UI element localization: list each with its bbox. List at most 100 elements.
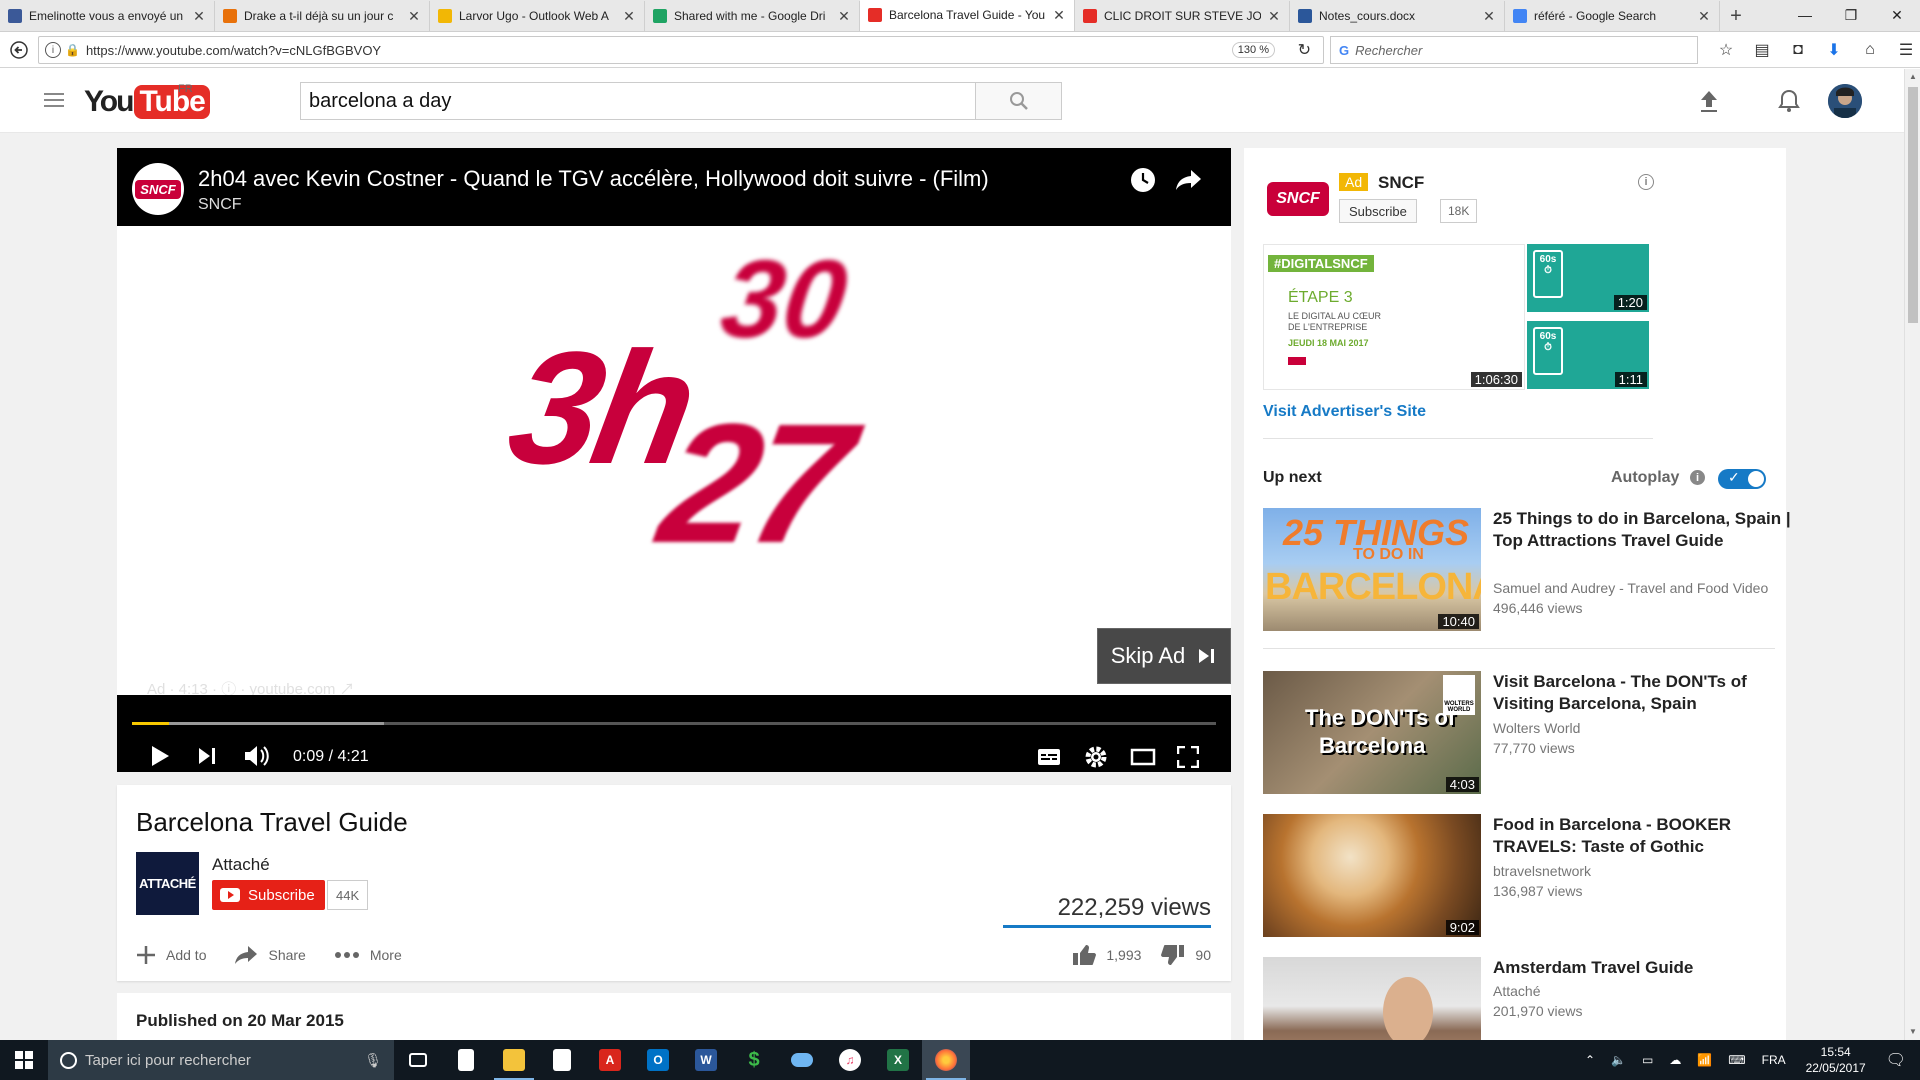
progress-bar[interactable] xyxy=(132,722,1216,725)
tab-close-icon[interactable]: ✕ xyxy=(622,8,636,25)
browser-tab[interactable]: Drake a t-il déjà su un jour c ✕ xyxy=(215,1,430,31)
thumbs-down-icon[interactable] xyxy=(1161,944,1185,966)
watch-later-clock-icon[interactable] xyxy=(1129,166,1157,194)
upload-icon[interactable] xyxy=(1695,87,1723,115)
more-button[interactable]: More xyxy=(334,945,402,965)
taskbar-word[interactable]: W xyxy=(682,1040,730,1080)
taskbar-excel[interactable]: X xyxy=(874,1040,922,1080)
scroll-down-arrow-icon[interactable]: ▼ xyxy=(1905,1024,1920,1040)
new-tab-button[interactable]: + xyxy=(1720,1,1752,31)
hamburger-menu-icon[interactable] xyxy=(44,93,64,111)
up-next-video[interactable]: 25 THINGS TO DO IN BARCELONA 10:40 25 Th… xyxy=(1263,508,1791,632)
ad-label[interactable]: Ad · 4:13 · ⓘ · youtube.com ↗ xyxy=(147,678,355,695)
youtube-logo[interactable]: You Tube FR xyxy=(84,83,210,119)
sponsor-subscribe-button[interactable]: Subscribe xyxy=(1339,199,1417,223)
youtube-search-button[interactable] xyxy=(975,83,1061,119)
channel-name[interactable]: Attaché xyxy=(212,855,270,875)
download-icon[interactable]: ⬇ xyxy=(1816,36,1852,64)
pocket-icon[interactable]: ◘ xyxy=(1780,36,1816,64)
add-to-button[interactable]: Add to xyxy=(136,945,206,965)
tab-close-icon[interactable]: ✕ xyxy=(837,8,851,25)
restore-icon[interactable]: ❐ xyxy=(1828,0,1874,30)
browser-tab[interactable]: Notes_cours.docx ✕ xyxy=(1290,1,1505,31)
minimize-icon[interactable]: — xyxy=(1782,0,1828,30)
task-view-button[interactable] xyxy=(394,1040,442,1080)
scroll-up-arrow-icon[interactable]: ▲ xyxy=(1905,69,1920,85)
next-video-icon[interactable] xyxy=(197,747,217,765)
thumbs-up-icon[interactable] xyxy=(1072,944,1097,966)
taskbar-file-explorer[interactable] xyxy=(490,1040,538,1080)
theater-mode-icon[interactable] xyxy=(1130,748,1156,766)
language-indicator[interactable]: FRA xyxy=(1762,1053,1786,1067)
browser-tab[interactable]: Barcelona Travel Guide - You ✕ xyxy=(860,0,1075,31)
visit-advertiser-link[interactable]: Visit Advertiser's Site xyxy=(1263,403,1426,421)
ad-video-title[interactable]: 2h04 avec Kevin Costner - Quand le TGV a… xyxy=(198,166,989,192)
settings-gear-icon[interactable] xyxy=(1084,745,1108,769)
up-next-video[interactable]: 9:02 Food in Barcelona - BOOKER TRAVELS:… xyxy=(1263,814,1731,938)
volume-icon[interactable] xyxy=(243,744,271,768)
sponsor-small-thumb-1[interactable]: 60s ⏱ 1:20 xyxy=(1527,244,1649,312)
reading-list-icon[interactable]: ▤ xyxy=(1744,36,1780,64)
taskbar-money-app[interactable]: $ xyxy=(730,1040,778,1080)
zoom-level[interactable]: 130 % xyxy=(1231,42,1275,58)
sponsor-video-thumbnail[interactable]: #DIGITALSNCF ÉTAPE 3 LE DIGITAL AU CŒUR … xyxy=(1263,244,1525,390)
microphone-icon[interactable]: 🎙 xyxy=(364,1052,382,1069)
skip-ad-button[interactable]: Skip Ad xyxy=(1097,628,1231,684)
video-thumbnail[interactable] xyxy=(1263,957,1481,1040)
taskbar-firefox[interactable] xyxy=(922,1040,970,1080)
play-icon[interactable] xyxy=(149,744,171,768)
home-icon[interactable]: ⌂ xyxy=(1852,36,1888,64)
video-thumbnail[interactable]: 9:02 xyxy=(1263,814,1481,937)
browser-tab[interactable]: CLIC DROIT SUR STEVE JOBS ✕ xyxy=(1075,1,1290,31)
page-scrollbar[interactable]: ▲ ▼ xyxy=(1904,69,1920,1040)
video-title[interactable]: Food in Barcelona - BOOKER TRAVELS: Tast… xyxy=(1493,814,1793,858)
tab-close-icon[interactable]: ✕ xyxy=(407,8,421,25)
back-button[interactable] xyxy=(4,35,34,65)
sponsor-name[interactable]: SNCF xyxy=(1378,173,1424,193)
browser-tab[interactable]: Emelinotte vous a envoyé un ✕ xyxy=(0,1,215,31)
subscribe-button[interactable]: Subscribe xyxy=(212,880,325,910)
video-frame[interactable]: 30 3h 27 Ad · 4:13 · ⓘ · youtube.com ↗ S… xyxy=(117,226,1231,695)
bookmark-star-icon[interactable]: ☆ xyxy=(1708,36,1744,64)
tab-close-icon[interactable]: ✕ xyxy=(1267,8,1281,25)
keyboard-icon[interactable]: ⌨ xyxy=(1728,1053,1745,1067)
user-avatar[interactable] xyxy=(1828,84,1862,118)
autoplay-info-icon[interactable]: i xyxy=(1690,470,1705,485)
browser-search-input[interactable]: G Rechercher xyxy=(1330,36,1698,64)
channel-avatar[interactable]: ATTACHÉ xyxy=(136,852,199,915)
tab-close-icon[interactable]: ✕ xyxy=(1052,7,1066,24)
autoplay-toggle[interactable]: ✓ xyxy=(1718,469,1766,489)
browser-tab[interactable]: référé - Google Search ✕ xyxy=(1505,1,1720,31)
video-title[interactable]: Visit Barcelona - The DON'Ts of Visiting… xyxy=(1493,671,1793,715)
sponsor-logo[interactable]: SNCF xyxy=(1267,182,1329,216)
video-thumbnail[interactable]: 25 THINGS TO DO IN BARCELONA 10:40 xyxy=(1263,508,1481,631)
taskbar-acrobat[interactable]: A xyxy=(586,1040,634,1080)
subtitles-icon[interactable] xyxy=(1037,748,1061,766)
reload-icon[interactable]: ↻ xyxy=(1298,40,1311,60)
volume-tray-icon[interactable]: 🔈 xyxy=(1611,1053,1626,1067)
video-thumbnail[interactable]: The DON'Ts of Barcelona WOLTERS WORLD 4:… xyxy=(1263,671,1481,794)
menu-icon[interactable]: ☰ xyxy=(1888,36,1920,64)
site-info-icon[interactable]: i xyxy=(45,42,61,58)
up-next-video[interactable]: The DON'Ts of Barcelona WOLTERS WORLD 4:… xyxy=(1263,671,1747,795)
taskbar-search[interactable]: Taper ici pour rechercher 🎙 xyxy=(48,1040,394,1080)
ad-info-icon[interactable]: i xyxy=(1638,174,1654,190)
ad-channel-avatar[interactable]: SNCF xyxy=(132,163,184,215)
scrollbar-thumb[interactable] xyxy=(1908,87,1918,323)
network-icon[interactable]: 📶 xyxy=(1697,1053,1712,1067)
fullscreen-icon[interactable] xyxy=(1177,746,1199,768)
taskbar-itunes[interactable]: ♫ xyxy=(826,1040,874,1080)
taskbar-store[interactable] xyxy=(538,1040,586,1080)
up-next-video[interactable]: Amsterdam Travel Guide Attaché 201,970 v… xyxy=(1263,957,1703,1040)
battery-icon[interactable]: ▭ xyxy=(1642,1053,1653,1067)
notifications-bell-icon[interactable] xyxy=(1775,87,1803,115)
video-title[interactable]: 25 Things to do in Barcelona, Spain | To… xyxy=(1493,508,1793,552)
share-arrow-icon[interactable] xyxy=(1175,168,1203,192)
youtube-search-input[interactable] xyxy=(301,83,975,119)
show-hidden-icons-icon[interactable]: ⌃ xyxy=(1585,1053,1595,1067)
video-player[interactable]: SNCF 2h04 avec Kevin Costner - Quand le … xyxy=(117,148,1231,772)
onedrive-tray-icon[interactable]: ☁ xyxy=(1669,1053,1681,1067)
tab-close-icon[interactable]: ✕ xyxy=(1482,8,1496,25)
clock[interactable]: 15:54 22/05/2017 xyxy=(1806,1044,1866,1076)
url-bar[interactable]: i 🔒 https://www.youtube.com/watch?v=cNLG… xyxy=(38,36,1324,64)
